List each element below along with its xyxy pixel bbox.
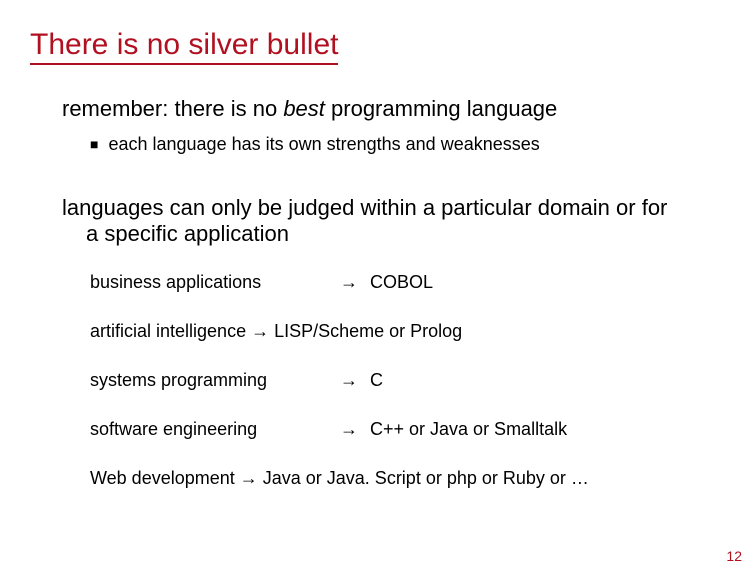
example-domain: business applications	[90, 272, 340, 293]
point-remember: remember: there is no best programming l…	[62, 96, 702, 122]
example-business: business applications → COBOL	[90, 272, 702, 293]
example-lang: COBOL	[370, 272, 702, 293]
arrow-icon: →	[340, 272, 370, 293]
text: a specific application	[62, 221, 702, 247]
point-domain: languages can only be judged within a pa…	[62, 195, 702, 248]
text: artificial intelligence → LISP/Scheme or…	[90, 321, 462, 341]
example-domain: systems programming	[90, 370, 340, 391]
example-ai: artificial intelligence → LISP/Scheme or…	[90, 321, 702, 342]
subpoint-strengths: ■ each language has its own strengths an…	[90, 134, 702, 155]
example-lang: C	[370, 370, 702, 391]
bullet-icon: ■	[90, 136, 98, 152]
slide-body: remember: there is no best programming l…	[62, 96, 702, 489]
text: Web development → Java or Java. Script o…	[90, 468, 589, 488]
example-lang: C++ or Java or Smalltalk	[370, 419, 702, 440]
arrow-icon: →	[340, 370, 370, 391]
example-domain: software engineering	[90, 419, 340, 440]
example-web: Web development → Java or Java. Script o…	[90, 468, 702, 489]
page-number: 12	[726, 548, 742, 564]
text: programming language	[325, 96, 557, 121]
text: each language has its own strengths and …	[108, 134, 539, 155]
slide-title: There is no silver bullet	[30, 28, 338, 65]
arrow-icon: →	[340, 419, 370, 440]
example-software-eng: software engineering → C++ or Java or Sm…	[90, 419, 702, 440]
emphasis-best: best	[283, 96, 325, 121]
text: remember: there is no	[62, 96, 283, 121]
examples-list: business applications → COBOL artificial…	[90, 272, 702, 489]
example-systems: systems programming → C	[90, 370, 702, 391]
slide: There is no silver bullet remember: ther…	[0, 0, 756, 576]
text: languages can only be judged within a pa…	[62, 195, 667, 220]
